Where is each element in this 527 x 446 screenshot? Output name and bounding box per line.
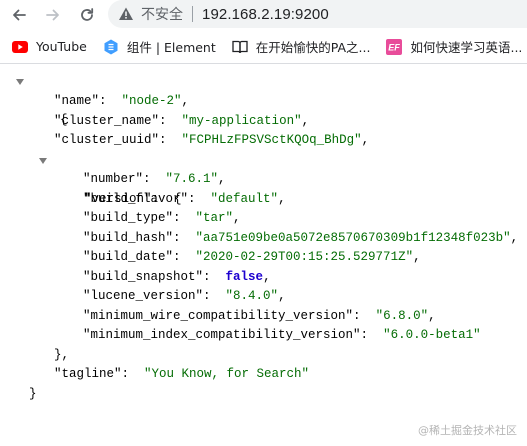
json-key: "name" bbox=[54, 94, 100, 108]
json-key: "build_flavor" bbox=[83, 191, 189, 206]
reload-button[interactable] bbox=[76, 4, 98, 26]
book-icon bbox=[232, 39, 248, 55]
json-boolean-value: false bbox=[225, 269, 264, 284]
json-key: "build_date" bbox=[83, 250, 174, 264]
bookmark-element[interactable]: 组件 | Element bbox=[93, 34, 222, 60]
arrow-left-icon bbox=[13, 9, 26, 21]
ef-badge-text: EF bbox=[389, 42, 401, 52]
json-line-build-snapshot: "build_snapshot": false, bbox=[83, 269, 271, 284]
json-string-value: "6.8.0" bbox=[375, 308, 429, 323]
json-line-lucene-version: "lucene_version": "8.4.0", bbox=[83, 289, 286, 303]
bookmark-pa[interactable]: 在开始愉快的PA之... bbox=[222, 34, 377, 60]
json-string-value: "2020-02-29T00:15:25.529771Z" bbox=[195, 250, 414, 264]
collapse-triangle-icon[interactable] bbox=[15, 77, 25, 87]
back-button[interactable] bbox=[8, 4, 30, 26]
json-line-tagline: "tagline": "You Know, for Search" bbox=[54, 367, 310, 381]
json-string-value: "You Know, for Search" bbox=[144, 367, 310, 381]
json-root-open: { bbox=[15, 72, 68, 127]
json-line-build-type: "build_type": "tar", bbox=[83, 211, 241, 225]
json-line-version: "version": { bbox=[38, 151, 182, 206]
bookmarks-bar: YouTube 组件 | Element 在开始愉快的PA之... EF 如何快… bbox=[0, 30, 527, 64]
json-string-value: "tar" bbox=[195, 211, 234, 225]
json-line-name: "name": "node-2", bbox=[54, 94, 190, 108]
json-string-value: "8.4.0" bbox=[225, 289, 279, 303]
bookmark-label: 在开始愉快的PA之... bbox=[255, 40, 371, 55]
warning-triangle-icon[interactable] bbox=[118, 6, 134, 22]
json-string-value: "my-application" bbox=[181, 113, 302, 128]
json-line-cluster-name: "cluster_name": "my-application", bbox=[54, 113, 310, 128]
json-line-number: "number": "7.6.1", bbox=[83, 172, 226, 186]
json-line-min-index: "minimum_index_compatibility_version": "… bbox=[83, 328, 481, 342]
collapse-triangle-icon[interactable] bbox=[38, 156, 48, 166]
bookmark-ef[interactable]: EF 如何快速学习英语... bbox=[376, 34, 527, 60]
json-key: "lucene_version" bbox=[83, 289, 204, 303]
json-key: "minimum_index_compatibility_version" bbox=[83, 328, 361, 342]
json-string-value: "7.6.1" bbox=[165, 172, 219, 186]
json-line-cluster-uuid: "cluster_uuid": "FCPHLzFPSVSctKQOq_BhDg"… bbox=[54, 133, 370, 147]
json-line-build-hash: "build_hash": "aa751e09be0a5072e85706703… bbox=[83, 230, 519, 245]
json-version-close: }, bbox=[54, 347, 70, 362]
json-string-value: "aa751e09be0a5072e8570670309b1f12348f023… bbox=[195, 230, 511, 245]
arrow-right-icon bbox=[46, 9, 59, 21]
json-string-value: "node-2" bbox=[121, 94, 182, 108]
json-string-value: "default" bbox=[210, 191, 279, 206]
json-string-value: "FCPHLzFPSVSctKQOq_BhDg" bbox=[181, 133, 362, 147]
bookmark-label: 如何快速学习英语... bbox=[410, 40, 523, 55]
json-string-value: "6.0.0-beta1" bbox=[383, 328, 481, 342]
bookmark-label: 组件 | Element bbox=[126, 40, 216, 55]
json-line-build-date: "build_date": "2020-02-29T00:15:25.52977… bbox=[83, 250, 421, 264]
json-root-close: } bbox=[29, 386, 37, 401]
json-key: "tagline" bbox=[54, 367, 122, 381]
youtube-icon bbox=[12, 39, 28, 55]
bookmark-youtube[interactable]: YouTube bbox=[0, 34, 93, 60]
url-text[interactable]: 192.168.2.19:9200 bbox=[202, 6, 329, 23]
json-key: "minimum_wire_compatibility_version" bbox=[83, 308, 354, 323]
watermark: @稀土掘金技术社区 bbox=[418, 424, 517, 437]
json-viewer: { "name": "node-2", "cluster_name": "my-… bbox=[0, 65, 527, 446]
security-status-label[interactable]: 不安全 bbox=[141, 4, 183, 24]
json-key: "build_type" bbox=[83, 211, 174, 225]
browser-toolbar: 不安全 192.168.2.19:9200 bbox=[0, 0, 527, 30]
element-icon bbox=[103, 39, 119, 55]
json-key: "build_snapshot" bbox=[83, 269, 204, 284]
json-key: "number" bbox=[83, 172, 144, 186]
address-bar[interactable]: 不安全 192.168.2.19:9200 bbox=[108, 0, 527, 28]
bookmark-label: YouTube bbox=[36, 39, 87, 54]
json-line-min-wire: "minimum_wire_compatibility_version": "6… bbox=[83, 308, 436, 323]
omnibox-divider bbox=[192, 6, 193, 22]
json-key: "cluster_name" bbox=[54, 113, 160, 128]
reload-icon bbox=[81, 8, 94, 21]
json-key: "build_hash" bbox=[83, 230, 174, 245]
forward-button[interactable] bbox=[42, 4, 64, 26]
json-key: "cluster_uuid" bbox=[54, 133, 160, 147]
ef-icon: EF bbox=[386, 38, 403, 55]
json-line-build-flavor: "build_flavor": "default", bbox=[83, 191, 286, 206]
